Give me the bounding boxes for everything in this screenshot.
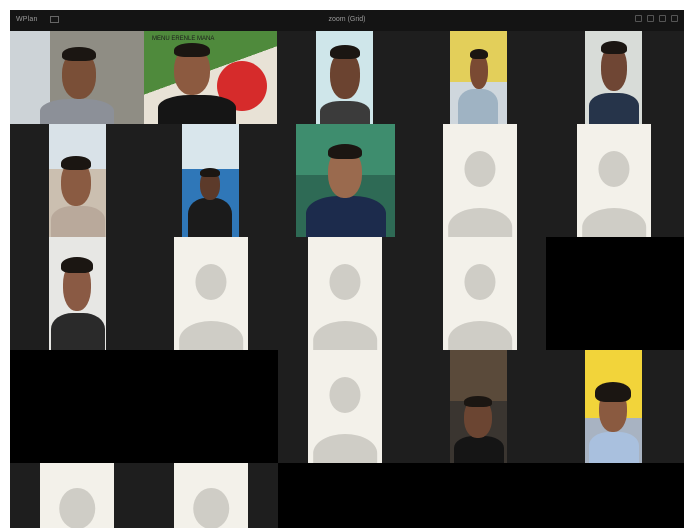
- person-avatar-icon: [464, 151, 496, 187]
- person-avatar-icon: [464, 264, 496, 300]
- video-tile-2[interactable]: MENU ERENLE MANA: [144, 31, 277, 124]
- window-title: zoom (Grid): [328, 16, 366, 23]
- zoom-window: WPlan zoom (Grid) MENU ERENLE MANA: [10, 10, 684, 528]
- video-tile-9[interactable]: [49, 237, 106, 350]
- minimize-icon[interactable]: [635, 15, 642, 22]
- person-avatar-icon: [329, 264, 361, 300]
- video-tile-11[interactable]: [585, 350, 642, 463]
- person-avatar-icon: [598, 151, 630, 187]
- avatar-tile-8[interactable]: [174, 463, 248, 528]
- person-avatar-body: [179, 320, 243, 350]
- avatar-tile-1[interactable]: [443, 124, 517, 237]
- person-avatar-icon: [193, 487, 229, 528]
- avatar-tile-2[interactable]: [577, 124, 651, 237]
- person-avatar-body: [448, 320, 512, 350]
- restore-icon[interactable]: [647, 15, 654, 22]
- close-icon[interactable]: [671, 15, 678, 22]
- avatar-tile-7[interactable]: [40, 463, 114, 528]
- title-bar: WPlan zoom (Grid): [10, 10, 684, 31]
- video-tile-3[interactable]: [316, 31, 373, 124]
- avatar-tile-4[interactable]: [308, 237, 382, 350]
- window-controls: [635, 15, 678, 22]
- video-tile-7[interactable]: [182, 124, 239, 237]
- person-avatar-body: [582, 207, 646, 237]
- video-tile-4[interactable]: [450, 31, 507, 124]
- person-avatar-icon: [329, 377, 361, 413]
- person-avatar-icon: [195, 264, 227, 300]
- video-tile-1[interactable]: [10, 31, 144, 124]
- video-tile-8[interactable]: [296, 124, 395, 237]
- person-avatar-body: [313, 433, 377, 463]
- avatar-tile-5[interactable]: [443, 237, 517, 350]
- video-tile-10[interactable]: [450, 350, 507, 463]
- avatar-tile-3[interactable]: [174, 237, 248, 350]
- video-off-tile-2[interactable]: [10, 350, 278, 463]
- person-avatar-body: [313, 320, 377, 350]
- avatar-tile-6[interactable]: [308, 350, 382, 463]
- person-avatar-body: [448, 207, 512, 237]
- video-tile-6[interactable]: [49, 124, 106, 237]
- video-off-tile-1[interactable]: [546, 237, 684, 350]
- grid-empty-area: [278, 463, 684, 528]
- maximize-icon[interactable]: [659, 15, 666, 22]
- person-avatar-icon: [59, 487, 95, 528]
- background-banner-text: MENU ERENLE MANA: [152, 36, 215, 42]
- video-tile-5[interactable]: [585, 31, 642, 124]
